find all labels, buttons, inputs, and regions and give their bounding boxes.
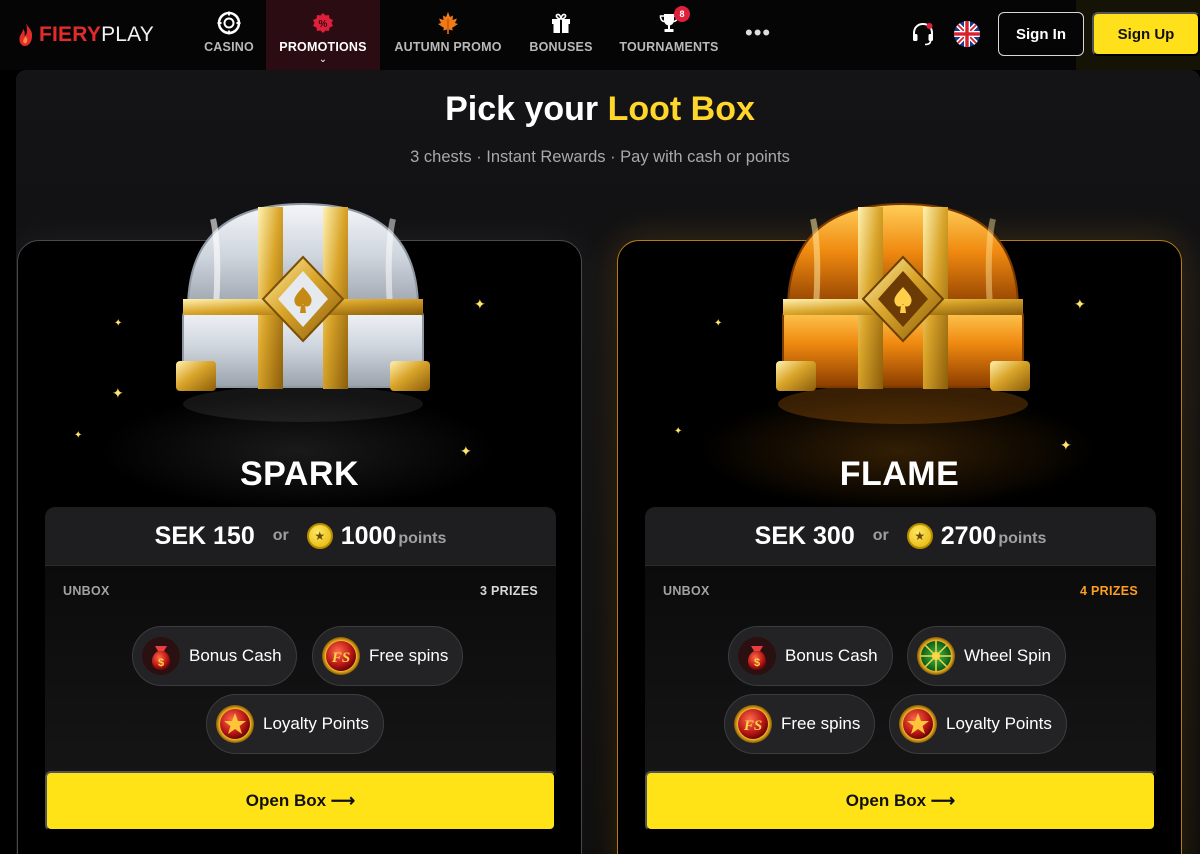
prize-count: 3 PRIZES xyxy=(480,584,538,598)
nav-label-promotions: PROMOTIONS xyxy=(279,40,367,54)
nav-item-autumn-promo[interactable]: AUTUMN PROMO xyxy=(390,0,506,76)
trophy-icon: 8 xyxy=(656,6,690,36)
points-unit: points xyxy=(998,530,1047,547)
open-box-button[interactable]: Open Box ⟶ xyxy=(645,771,1156,831)
nav-item-casino[interactable]: CASINO xyxy=(198,0,260,76)
prize-count: 4 PRIZES xyxy=(1080,584,1138,598)
points-unit: points xyxy=(398,530,447,547)
wheel-icon xyxy=(917,637,955,675)
prize-label: Loyalty Points xyxy=(946,714,1052,733)
top-navbar: FIERYPLAY CASINO % PROMOTIONS ⌄ AUTUMN P… xyxy=(0,0,1200,76)
price-or: or xyxy=(872,527,889,544)
prize-label: Bonus Cash xyxy=(785,646,878,665)
open-box-button[interactable]: Open Box ⟶ xyxy=(45,771,556,831)
price-panel: SEK 150 or ★ 1000 points xyxy=(45,507,556,565)
sparkle-icon: ✦ xyxy=(112,385,124,401)
prize-pill-wheel-spin: Wheel Spin xyxy=(907,626,1066,686)
silver-chest-icon xyxy=(176,202,430,422)
nav-label-autumn-promo: AUTUMN PROMO xyxy=(394,40,502,54)
nav-item-tournaments[interactable]: 8 TOURNAMENTS xyxy=(614,0,724,76)
price-panel: SEK 300 or ★ 2700 points xyxy=(645,507,1156,565)
sparkle-icon: ✦ xyxy=(114,318,123,329)
nav-item-promotions[interactable]: % PROMOTIONS ⌄ xyxy=(266,0,380,76)
prize-panel: UNBOX 3 PRIZES $ Bonus Cash FS Free spin… xyxy=(45,565,556,775)
price-points: 2700 xyxy=(940,521,997,550)
money-bag-icon: $ xyxy=(738,637,776,675)
title-text: Pick your xyxy=(445,90,608,128)
free-spins-icon: FS xyxy=(322,637,360,675)
sparkle-icon: ✦ xyxy=(1060,437,1072,453)
sparkle-icon: ✦ xyxy=(474,296,486,312)
svg-text:FS: FS xyxy=(331,650,350,666)
chevron-down-icon: ⌄ xyxy=(318,54,328,65)
sign-in-button[interactable]: Sign In xyxy=(998,12,1084,56)
price-cash: SEK 300 xyxy=(754,521,855,550)
prize-label: Bonus Cash xyxy=(189,646,282,665)
prize-pill-bonus-cash: $ Bonus Cash xyxy=(132,626,297,686)
prize-pill-loyalty-points: Loyalty Points xyxy=(206,694,384,754)
star-coin-icon xyxy=(899,705,937,743)
page-title: Pick your Loot Box xyxy=(16,90,1184,129)
unbox-label: UNBOX xyxy=(63,584,110,598)
prize-pill-loyalty-points: Loyalty Points xyxy=(889,694,1067,754)
price-cash: SEK 150 xyxy=(154,521,255,550)
nav-label-casino: CASINO xyxy=(204,40,254,54)
brand-name-part1: FIERY xyxy=(39,23,102,46)
prize-label: Free spins xyxy=(369,646,449,665)
sparkle-icon: ✦ xyxy=(74,430,83,441)
title-highlight: Loot Box xyxy=(607,90,755,128)
box-name: FLAME xyxy=(839,455,960,493)
sparkle-icon: ✦ xyxy=(674,426,683,437)
maple-leaf-icon xyxy=(435,10,461,36)
nav-label-tournaments: TOURNAMENTS xyxy=(619,40,719,54)
headset-icon[interactable] xyxy=(910,21,936,47)
svg-text:$: $ xyxy=(754,657,760,669)
loot-box-section: Pick your Loot Box 3 chests · Instant Re… xyxy=(16,70,1200,854)
svg-text:FS: FS xyxy=(743,718,762,734)
loot-box-card-spark: ✦ ✦ ✦ ✦ ✦ SPARK SEK 150 or ★ 1000 points… xyxy=(17,202,582,854)
svg-text:%: % xyxy=(319,19,328,30)
loot-box-card-flame: ✦ ✦ ✦ ✦ FLAME SEK 300 or ★ 2700 points U… xyxy=(617,202,1182,854)
flame-logo-icon xyxy=(19,23,33,46)
casino-chip-icon xyxy=(216,10,242,36)
price-points: 1000 xyxy=(340,521,397,550)
points-coin-icon: ★ xyxy=(906,523,933,549)
nav-label-bonuses: BONUSES xyxy=(529,40,593,54)
prize-pill-free-spins: FS Free spins xyxy=(724,694,876,754)
sparkle-icon: ✦ xyxy=(1074,296,1086,312)
free-spins-icon: FS xyxy=(734,705,772,743)
prize-pill-bonus-cash: $ Bonus Cash xyxy=(728,626,893,686)
box-name: SPARK xyxy=(240,455,359,493)
gift-icon xyxy=(548,10,574,36)
prize-label: Free spins xyxy=(781,714,861,733)
tournaments-badge: 8 xyxy=(674,6,690,22)
svg-text:$: $ xyxy=(158,657,164,669)
promotion-tag-icon: % xyxy=(310,10,336,36)
prize-panel: UNBOX 4 PRIZES $ Bonus Cash Wheel Spin F… xyxy=(645,565,1156,775)
nav-item-bonuses[interactable]: BONUSES xyxy=(526,0,596,76)
price-or: or xyxy=(272,527,289,544)
star-coin-icon xyxy=(216,705,254,743)
brand-name-part2: PLAY xyxy=(101,23,155,46)
prize-label: Wheel Spin xyxy=(964,646,1051,665)
prize-pill-free-spins: FS Free spins xyxy=(312,626,464,686)
sign-up-button[interactable]: Sign Up xyxy=(1092,12,1200,56)
fieryplay-logo[interactable]: FIERYPLAY xyxy=(16,22,154,48)
prize-label: Loyalty Points xyxy=(263,714,369,733)
unbox-label: UNBOX xyxy=(663,584,710,598)
uk-flag-icon[interactable] xyxy=(954,21,980,47)
gold-chest-icon xyxy=(776,202,1030,424)
more-menu-icon[interactable]: ••• xyxy=(745,20,771,46)
money-bag-icon: $ xyxy=(142,637,180,675)
page-subtitle: 3 chests · Instant Rewards · Pay with ca… xyxy=(410,148,790,166)
sparkle-icon: ✦ xyxy=(714,318,723,329)
points-coin-icon: ★ xyxy=(306,523,333,549)
